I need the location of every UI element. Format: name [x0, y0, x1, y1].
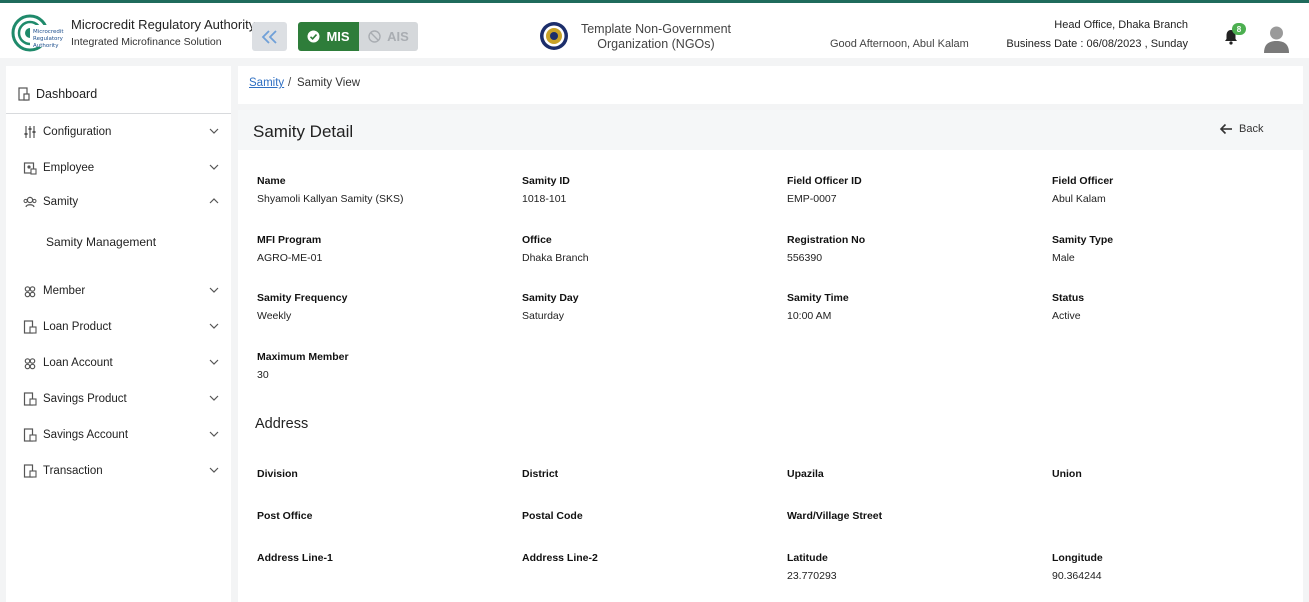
chevron-up-icon: [209, 198, 219, 204]
sidebar-item-member[interactable]: Member: [23, 284, 219, 298]
org-subtitle: Integrated Microfinance Solution: [71, 36, 222, 48]
field-latitude: Latitude 23.770293: [787, 552, 837, 582]
field-post-office: Post Office: [257, 510, 313, 522]
field-postal-code: Postal Code: [522, 510, 583, 522]
sidebar-divider: [6, 113, 231, 114]
document-icon: [23, 320, 37, 334]
greeting-text: Good Afternoon, Abul Kalam: [830, 38, 969, 50]
mis-label: MIS: [326, 29, 350, 44]
sidebar-item-configuration[interactable]: Configuration: [23, 125, 219, 139]
field-longitude: Longitude 90.364244: [1052, 552, 1103, 582]
field-address-line-1: Address Line-1: [257, 552, 333, 564]
field-ward-village-street: Ward/Village Street: [787, 510, 883, 522]
chevron-down-icon: [209, 359, 219, 365]
field-samity-frequency: Samity Frequency Weekly: [257, 292, 348, 322]
top-header: Microcredit Regulatory Authority Microcr…: [0, 0, 1309, 58]
mis-mode-button[interactable]: MIS: [298, 22, 359, 51]
double-chevron-left-icon: [261, 29, 277, 44]
users-icon: [24, 286, 36, 298]
sliders-icon: [24, 126, 36, 138]
sidebar-item-samity[interactable]: Samity: [23, 195, 219, 209]
field-upazila: Upazila: [787, 468, 824, 480]
chevron-down-icon: [209, 467, 219, 473]
id-card-icon: [23, 162, 37, 175]
breadcrumb: Samity / Samity View: [238, 66, 1303, 104]
address-section-title: Address: [255, 416, 309, 432]
chevron-down-icon: [209, 287, 219, 293]
mode-switch: MIS AIS: [298, 22, 418, 51]
sidebar: Dashboard Configuration Employee Samity …: [6, 66, 231, 602]
chevron-down-icon: [209, 431, 219, 437]
back-label: Back: [1239, 123, 1264, 135]
notification-badge: 8: [1232, 23, 1246, 35]
panel-header: Samity Detail Back: [238, 110, 1303, 150]
field-samity-day: Samity Day Saturday: [522, 292, 579, 322]
chevron-down-icon: [209, 164, 219, 170]
sidebar-item-employee[interactable]: Employee: [23, 161, 219, 175]
sidebar-collapse-button[interactable]: [252, 22, 287, 51]
sidebar-item-savings-account[interactable]: Savings Account: [23, 428, 219, 442]
blocked-icon: [368, 30, 381, 43]
sidebar-item-savings-product[interactable]: Savings Product: [23, 392, 219, 406]
sidebar-item-label: Dashboard: [36, 87, 98, 101]
field-registration-no: Registration No 556390: [787, 234, 866, 264]
ais-mode-button[interactable]: AIS: [359, 22, 418, 51]
sidebar-item-loan-product[interactable]: Loan Product: [23, 320, 219, 334]
breadcrumb-current: Samity View: [297, 77, 361, 89]
business-date: Business Date : 06/08/2023 , Sunday: [1006, 38, 1188, 50]
field-status: Status Active: [1052, 292, 1085, 322]
field-district: District: [522, 468, 559, 480]
svg-text:Authority: Authority: [33, 43, 59, 49]
field-division: Division: [257, 468, 298, 480]
svg-text:Microcredit: Microcredit: [33, 29, 64, 35]
page-title: Samity Detail: [253, 122, 354, 141]
field-field-officer: Field Officer Abul Kalam: [1052, 175, 1114, 205]
chevron-down-icon: [209, 128, 219, 134]
field-maximum-member: Maximum Member 30: [257, 351, 349, 381]
dashboard-icon: [18, 87, 30, 101]
samity-detail-panel: Samity Detail Back Name Shyamoli Kallyan…: [238, 110, 1303, 602]
arrow-left-icon: [1219, 123, 1232, 135]
field-field-officer-id: Field Officer ID EMP-0007: [787, 175, 862, 205]
chevron-down-icon: [209, 323, 219, 329]
field-office: Office Dhaka Branch: [522, 234, 589, 264]
branch-name: Head Office, Dhaka Branch: [1054, 19, 1188, 31]
breadcrumb-link-samity[interactable]: Samity: [249, 77, 284, 89]
field-address-line-2: Address Line-2: [522, 552, 598, 564]
field-mfi-program: MFI Program AGRO-ME-01: [257, 234, 323, 264]
users-icon: [24, 358, 36, 370]
sidebar-item-loan-account[interactable]: Loan Account: [23, 356, 219, 370]
org-title: Microcredit Regulatory Authority: [71, 17, 256, 32]
document-icon: [23, 464, 37, 478]
sidebar-item-transaction[interactable]: Transaction: [23, 464, 219, 478]
breadcrumb-separator: /: [288, 77, 292, 89]
sidebar-item-samity-management[interactable]: Samity Management: [46, 235, 156, 249]
user-avatar-icon[interactable]: [1263, 24, 1290, 53]
field-name: Name Shyamoli Kallyan Samity (SKS): [257, 175, 404, 205]
svg-text:Regulatory: Regulatory: [33, 36, 64, 42]
field-union: Union: [1052, 468, 1082, 480]
field-samity-type: Samity Type Male: [1052, 234, 1114, 264]
document-icon: [23, 392, 37, 406]
sidebar-item-dashboard[interactable]: Dashboard: [18, 87, 97, 101]
document-icon: [23, 428, 37, 442]
back-button[interactable]: Back: [1219, 123, 1263, 135]
group-icon: [23, 196, 37, 208]
field-samity-time: Samity Time 10:00 AM: [787, 292, 849, 322]
field-samity-id: Samity ID 1018-101: [522, 175, 570, 205]
ais-label: AIS: [387, 29, 409, 44]
chevron-down-icon: [209, 395, 219, 401]
ngo-seal-icon: [540, 22, 568, 50]
ngo-name: Template Non-Government Organization (NG…: [580, 22, 732, 51]
check-circle-icon: [307, 30, 320, 43]
mra-logo-icon: Microcredit Regulatory Authority: [11, 14, 64, 52]
